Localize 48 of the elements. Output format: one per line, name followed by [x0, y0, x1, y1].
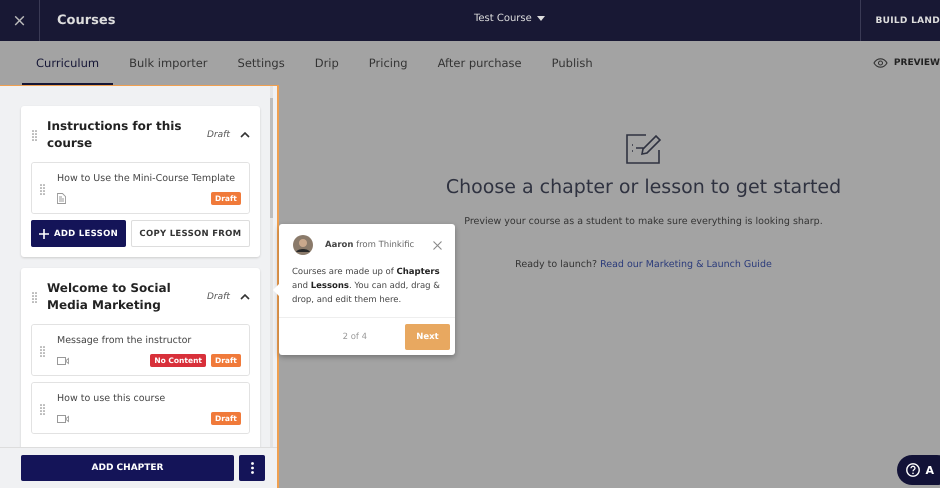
video-icon — [57, 414, 69, 422]
status-label: Draft — [207, 292, 230, 302]
help-button[interactable]: A — [897, 455, 940, 485]
add-chapter-button[interactable]: ADD CHAPTER — [21, 455, 234, 481]
scrollbar[interactable] — [270, 86, 273, 447]
tooltip-author: Aaron from Thinkific — [325, 240, 414, 250]
more-icon — [250, 462, 254, 474]
avatar — [293, 235, 313, 255]
plus-icon — [38, 228, 49, 238]
page-title: Courses — [57, 13, 116, 28]
launch-text: Ready to launch? — [515, 259, 598, 270]
tab[interactable]: After purchase — [424, 41, 536, 85]
empty-state-text: Preview your course as a student to make sure everything is looking sharp. — [464, 216, 823, 227]
lesson-title: Message from the instructor — [57, 335, 192, 346]
preview-button[interactable]: PREVIEW — [872, 58, 940, 68]
tooltip-text: Courses are made up of Chapters and Lessons. You can add, drag & drop, and edit them here. — [292, 266, 441, 307]
chevron-icon[interactable] — [240, 294, 250, 300]
empty-state-heading: Choose a chapter or lesson to get started — [446, 176, 842, 198]
add-lesson-button[interactable]: ADD LESSON — [31, 220, 126, 247]
tab[interactable]: Settings — [224, 41, 299, 85]
eye-icon — [872, 58, 888, 68]
video-icon — [57, 356, 69, 364]
drag-handle-icon[interactable] — [40, 184, 45, 194]
tab[interactable]: Curriculum — [22, 41, 114, 85]
tab[interactable]: Bulk importer — [115, 41, 222, 85]
chevron-icon[interactable] — [240, 132, 250, 138]
course-dropdown[interactable]: Test Course — [474, 13, 545, 24]
step-counter: 2 of 4 — [342, 332, 367, 342]
status-label: Draft — [207, 130, 230, 140]
tab[interactable]: Pricing — [354, 41, 422, 85]
drag-handle-icon[interactable] — [32, 292, 37, 302]
drag-handle-icon[interactable] — [40, 404, 45, 414]
edit-document-icon — [626, 134, 662, 164]
document-icon — [57, 193, 66, 204]
tab[interactable]: Drip — [300, 41, 353, 85]
lesson-title: How to Use the Mini-Course Template — [57, 173, 236, 184]
help-icon — [906, 463, 920, 477]
drag-handle-icon[interactable] — [40, 346, 45, 356]
chapter-title[interactable]: Instructions for this course — [47, 118, 197, 152]
tab[interactable]: Publish — [538, 41, 607, 85]
chapter-title[interactable]: Welcome to Social Media Marketing — [47, 280, 197, 314]
drag-handle-icon[interactable] — [32, 130, 37, 140]
close-icon[interactable] — [433, 240, 442, 250]
copy-lesson-button[interactable]: COPY LESSON FROM — [131, 220, 250, 247]
lesson-title: How to use this course — [57, 393, 166, 404]
caret-icon — [536, 16, 545, 21]
more-button[interactable] — [239, 455, 265, 481]
guide-link[interactable]: Read our Marketing & Launch Guide — [600, 259, 772, 270]
